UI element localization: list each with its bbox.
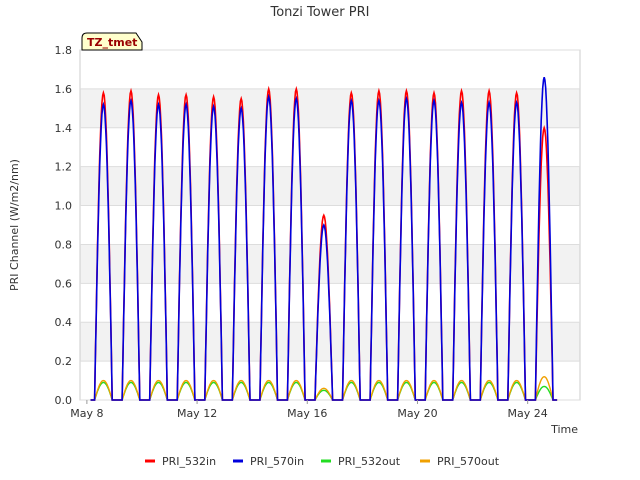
y-tick-label: 1.2 [55,161,73,174]
y-tick-label: 0.0 [55,394,73,407]
badge-label: TZ_tmet [87,36,137,49]
y-tick-label: 0.4 [55,316,73,329]
legend-label: PRI_532out [338,455,401,468]
x-tick-label: May 8 [70,407,103,420]
plot-band [80,244,580,284]
legend-label: PRI_570out [437,455,500,468]
y-tick-label: 1.4 [55,122,73,135]
legend-label: PRI_532in [162,455,216,468]
x-tick-label: May 24 [508,407,548,420]
y-tick-label: 0.6 [55,277,73,290]
x-tick-label: May 20 [397,407,437,420]
x-axis-label: Time [550,423,578,436]
y-tick-label: 0.8 [55,238,73,251]
y-tick-label: 1.8 [55,44,73,57]
x-tick-label: May 16 [287,407,327,420]
y-axis-label: PRI Channel (W/m2/nm) [8,159,21,291]
y-tick-label: 1.0 [55,200,73,213]
y-tick-label: 1.6 [55,83,73,96]
chart-title: Tonzi Tower PRI [270,5,370,20]
plot-band [80,88,580,128]
pri-chart: 0.0 0.2 0.4 0.6 0.8 1.0 1.2 1.4 1.6 1.8 May 8 May … [0,0,640,480]
legend-label: PRI_570in [250,455,304,468]
tz-badge: TZ_tmet [81,32,143,51]
x-tick-label: May 12 [177,407,217,420]
y-tick-label: 0.2 [55,355,73,368]
